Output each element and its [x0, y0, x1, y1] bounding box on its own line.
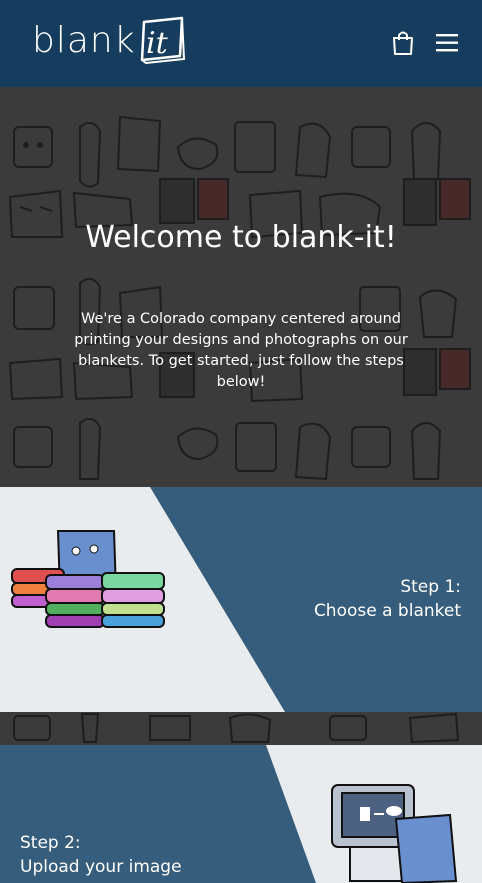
step-1-title: Choose a blanket — [313, 601, 461, 621]
pattern-band — [0, 712, 482, 745]
step-2-text: Step 2: Upload your image — [20, 831, 182, 879]
logo[interactable]: blank it — [32, 14, 192, 70]
step-1-section[interactable]: Step 1: Choose a blanket — [0, 487, 482, 712]
logo-box-text: it — [146, 26, 168, 61]
blanket-stack-icon — [11, 530, 165, 628]
hero-title: Welcome to blank-it! — [85, 220, 397, 255]
step-1-label: Step 1: — [400, 577, 461, 597]
hero-section: Welcome to blank-it! We're a Colorado co… — [0, 87, 482, 487]
hero-text: We're a Colorado company centered around… — [74, 311, 408, 390]
cart-icon[interactable] — [390, 30, 416, 56]
logo-text: blank — [32, 20, 136, 61]
menu-icon[interactable] — [436, 34, 458, 52]
computer-upload-icon — [331, 784, 458, 883]
band-doodles — [13, 712, 460, 744]
site-header: blank it — [0, 0, 482, 87]
step-2-title: Upload your image — [20, 857, 182, 877]
step-2-label: Step 2: — [20, 833, 81, 853]
doodle-pattern — [8, 115, 471, 481]
step-1-text: Step 1: Choose a blanket — [314, 575, 461, 623]
step-2-section[interactable]: Step 2: Upload your image — [0, 745, 482, 883]
